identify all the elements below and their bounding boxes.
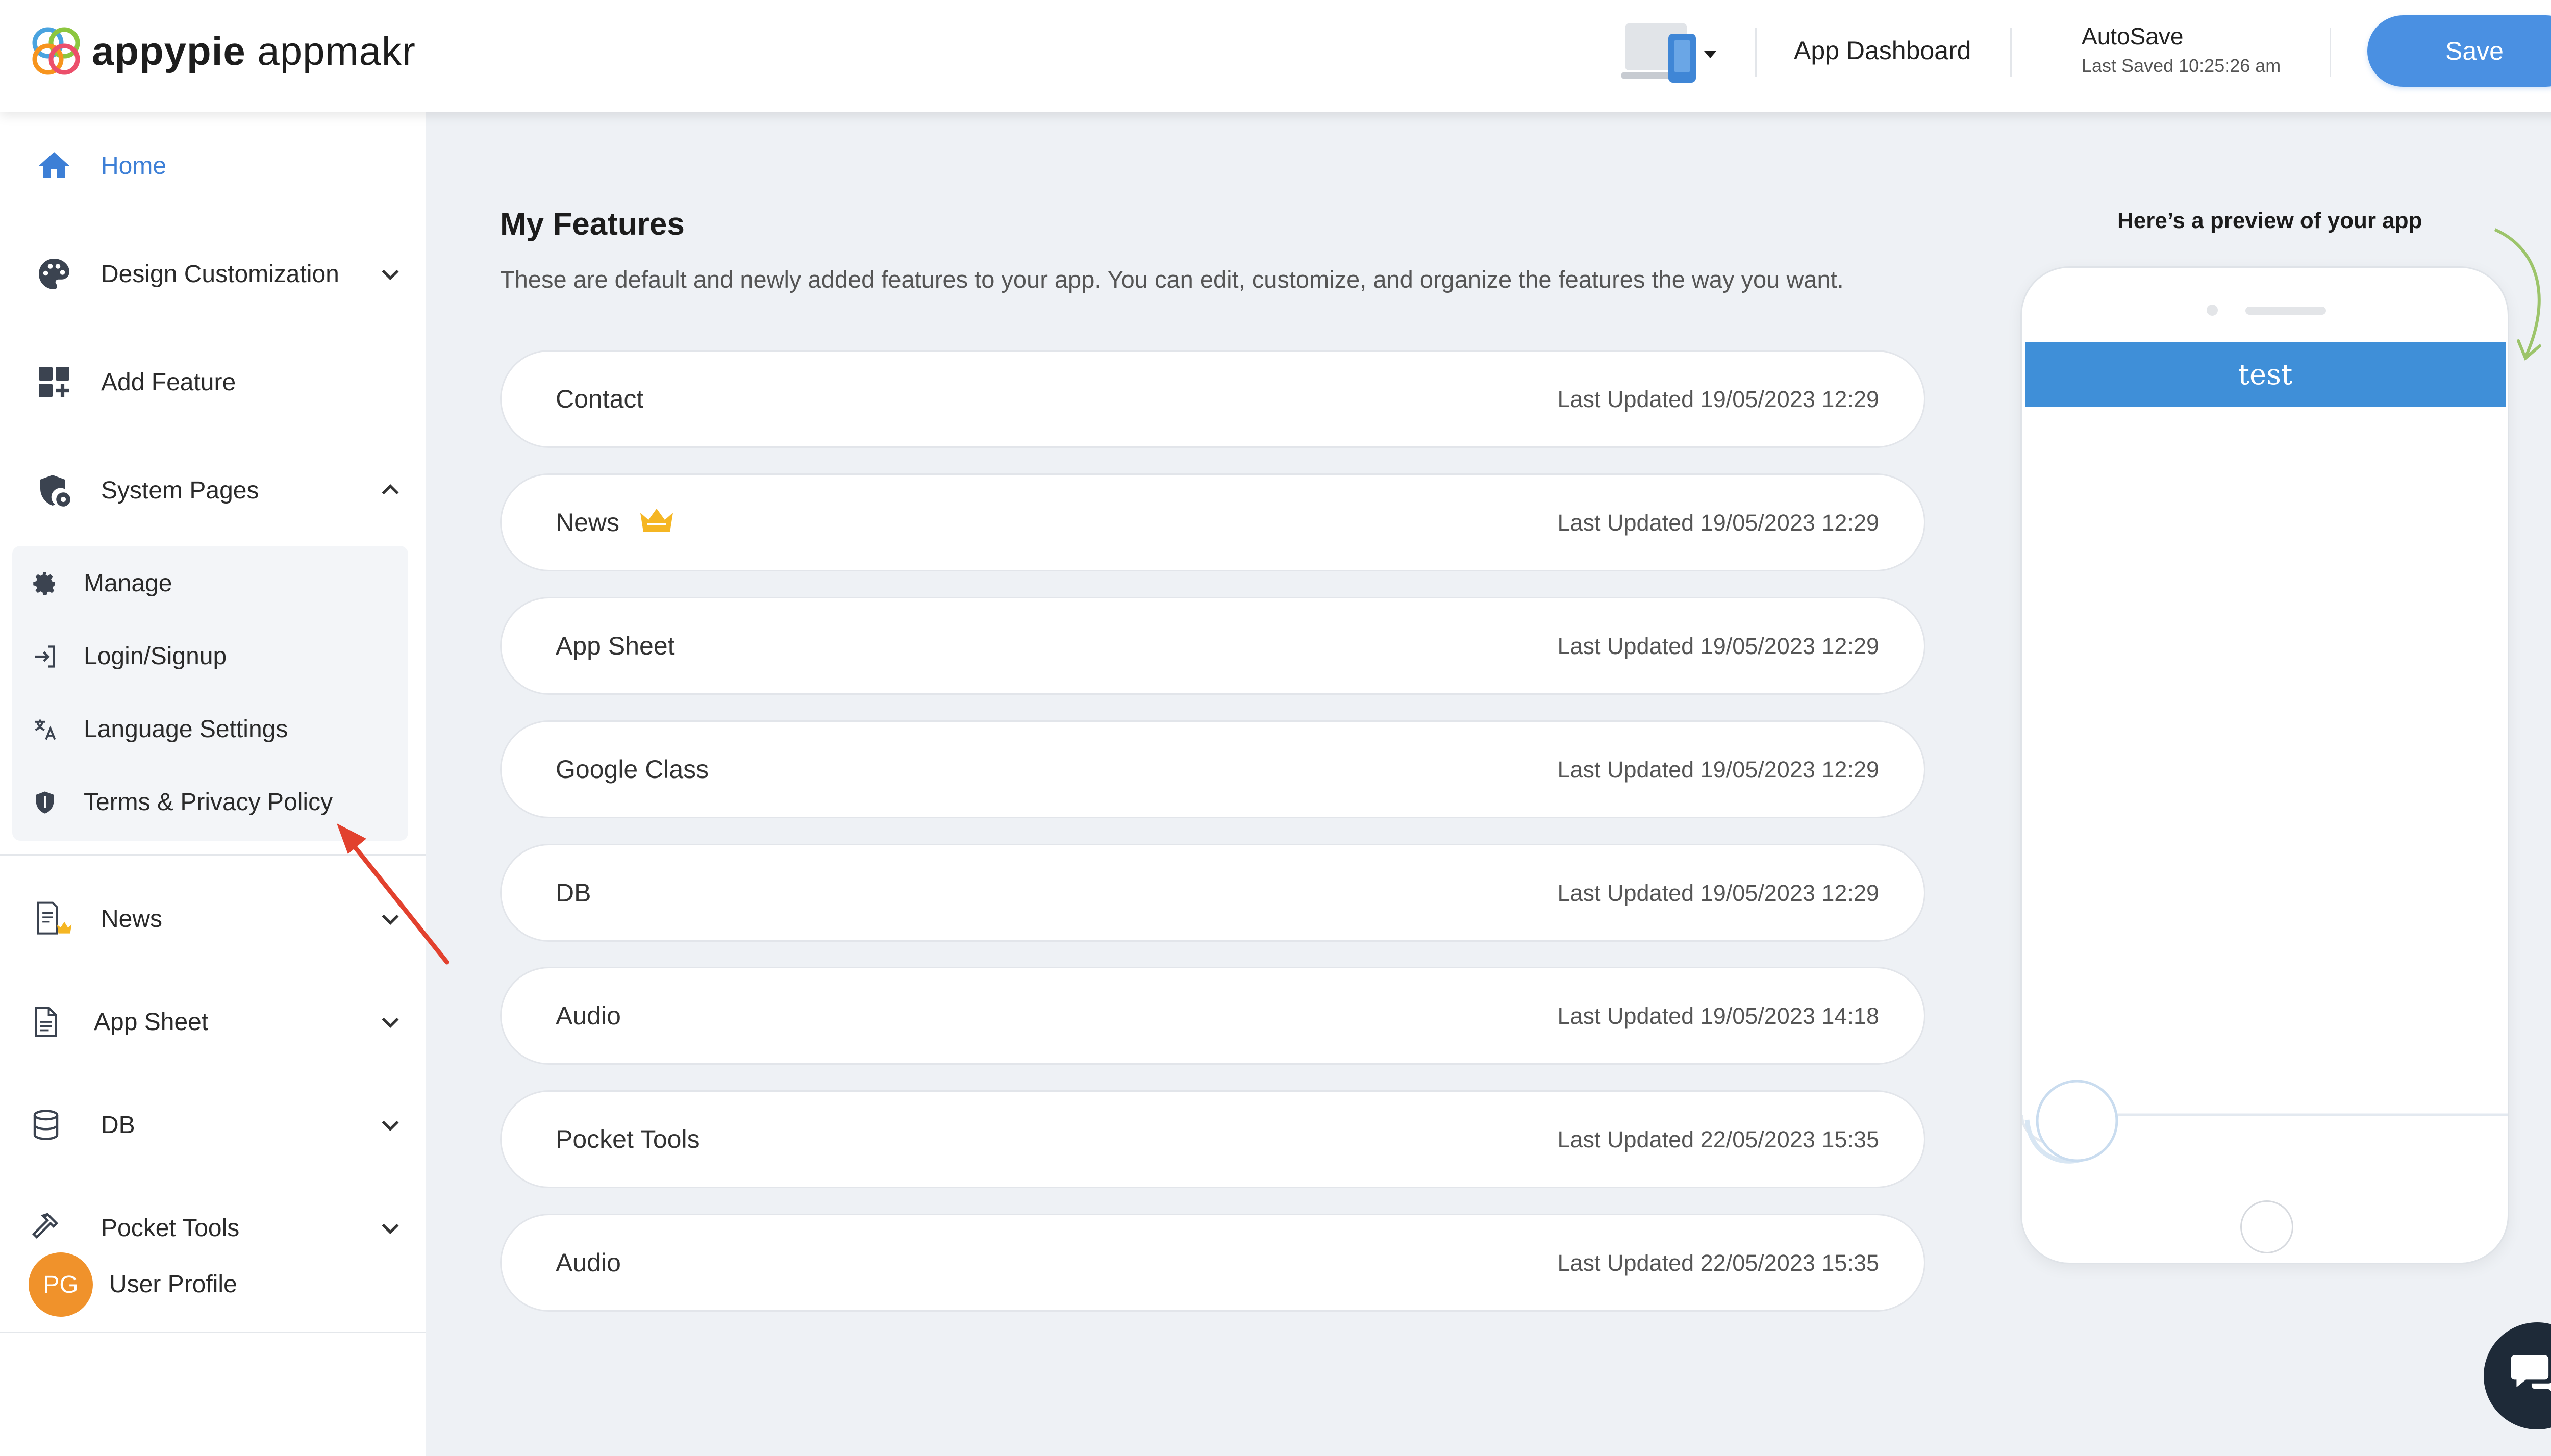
add-feature-icon (34, 362, 74, 403)
chevron-down-icon[interactable] (378, 1215, 403, 1241)
last-saved-text: Last Saved 10:25:26 am (2082, 55, 2281, 76)
feature-updated: Last Updated 19/05/2023 12:29 (1557, 880, 1879, 906)
sidebar-item-label: News (101, 905, 163, 933)
chat-icon (2511, 1355, 2551, 1391)
app-dashboard-link[interactable]: App Dashboard (1794, 36, 1971, 65)
feature-updated: Last Updated 19/05/2023 12:29 (1557, 386, 1879, 412)
chevron-down-icon[interactable] (378, 1112, 403, 1138)
chat-button[interactable] (2484, 1322, 2551, 1429)
brand-logo[interactable]: appypie appmakr (28, 22, 416, 80)
feature-name: Pocket Tools (556, 1125, 700, 1153)
database-icon (26, 1104, 66, 1145)
document-icon (26, 1001, 66, 1042)
sidebar-item-app-sheet[interactable]: App Sheet (0, 984, 426, 1060)
feature-updated: Last Updated 19/05/2023 14:18 (1557, 1003, 1879, 1029)
feature-row-google-class[interactable]: Google Class Last Updated 19/05/2023 12:… (500, 720, 1925, 818)
feature-name: App Sheet (556, 632, 675, 660)
tab-bar-curve (2022, 1080, 2508, 1164)
page-subtitle: These are default and newly added featur… (500, 266, 1844, 293)
login-icon (30, 641, 60, 672)
sidebar-item-design-customization[interactable]: Design Customization (0, 236, 426, 312)
sidebar-item-label: App Sheet (94, 1008, 209, 1036)
submenu-item-label: Language Settings (84, 716, 288, 743)
submenu-item-label: Manage (84, 570, 172, 597)
sidebar-item-system-pages[interactable]: System Pages (0, 452, 426, 529)
sidebar-item-add-feature[interactable]: Add Feature (0, 344, 426, 420)
system-pages-submenu: Manage Login/Signup Language Settings Te… (12, 546, 408, 841)
hammer-icon (26, 1208, 66, 1248)
preview-label: Here’s a preview of your app (2117, 208, 2422, 233)
sidebar-item-home[interactable]: Home (0, 128, 426, 204)
phone-camera (2207, 305, 2218, 316)
submenu-item-manage[interactable]: Manage (12, 547, 408, 620)
header-divider (2330, 28, 2331, 77)
feature-row-app-sheet[interactable]: App Sheet Last Updated 19/05/2023 12:29 (500, 597, 1925, 695)
home-icon (34, 145, 74, 186)
feature-updated: Last Updated 22/05/2023 15:35 (1557, 1126, 1879, 1152)
feature-row-db[interactable]: DB Last Updated 19/05/2023 12:29 (500, 844, 1925, 942)
autosave-title: AutoSave (2082, 23, 2184, 49)
crown-icon (640, 509, 673, 532)
feature-row-audio[interactable]: Audio Last Updated 19/05/2023 14:18 (500, 967, 1925, 1065)
header-divider (1755, 28, 1757, 77)
header-divider (2010, 28, 2012, 77)
news-premium-icon (34, 898, 74, 939)
chevron-up-icon[interactable] (378, 478, 403, 503)
appypie-logo-icon (32, 27, 80, 75)
phone-preview: test (2020, 266, 2509, 1264)
page-title: My Features (500, 207, 685, 242)
sidebar-divider (0, 1332, 426, 1333)
shield-gear-icon (34, 470, 74, 511)
chevron-down-icon[interactable] (378, 261, 403, 287)
sidebar-item-label: Add Feature (101, 368, 236, 396)
feature-row-news[interactable]: News Last Updated 19/05/2023 12:29 (500, 473, 1925, 571)
laptop-phone-icon (1621, 23, 1716, 83)
feature-name: DB (556, 878, 591, 907)
annotation-arrow-icon (337, 823, 449, 965)
top-header: appypie appmakr App Dashboard AutoSave L… (0, 0, 2551, 112)
sidebar-item-label: System Pages (101, 476, 259, 504)
device-switcher[interactable] (1621, 19, 1723, 85)
sidebar-item-label: DB (101, 1111, 135, 1139)
feature-name: News (556, 508, 620, 537)
feature-updated: Last Updated 19/05/2023 12:29 (1557, 510, 1879, 536)
user-profile-link[interactable]: User Profile (109, 1270, 237, 1298)
submenu-item-label: Terms & Privacy Policy (84, 789, 333, 816)
brand-name: appypie appmakr (92, 28, 416, 73)
app-title-bar: test (2025, 342, 2506, 407)
feature-updated: Last Updated 19/05/2023 12:29 (1557, 633, 1879, 659)
feature-updated: Last Updated 22/05/2023 15:35 (1557, 1250, 1879, 1276)
phone-home-button (2240, 1200, 2293, 1253)
shield-icon (30, 787, 60, 818)
submenu-item-language-settings[interactable]: Language Settings (12, 693, 408, 766)
feature-row-audio[interactable]: Audio Last Updated 22/05/2023 15:35 (500, 1214, 1925, 1312)
feature-name: Contact (556, 385, 644, 413)
gear-icon (30, 568, 60, 599)
feature-name: Audio (556, 1001, 621, 1030)
submenu-item-login-signup[interactable]: Login/Signup (12, 620, 408, 693)
translate-icon (30, 714, 60, 745)
submenu-item-label: Login/Signup (84, 643, 227, 670)
avatar[interactable]: PG (29, 1252, 93, 1317)
feature-name: Audio (556, 1248, 621, 1277)
sidebar-item-label: Home (101, 152, 167, 180)
phone-speaker (2245, 307, 2326, 315)
feature-row-pocket-tools[interactable]: Pocket Tools Last Updated 22/05/2023 15:… (500, 1090, 1925, 1188)
feature-row-contact[interactable]: Contact Last Updated 19/05/2023 12:29 (500, 350, 1925, 448)
palette-icon (34, 254, 74, 294)
chevron-down-icon[interactable] (378, 1009, 403, 1035)
feature-name: Google Class (556, 755, 709, 784)
feature-updated: Last Updated 19/05/2023 12:29 (1557, 757, 1879, 783)
sidebar-item-label: Pocket Tools (101, 1214, 240, 1242)
save-button[interactable]: Save (2367, 15, 2551, 87)
sidebar-item-label: Design Customization (101, 260, 339, 288)
sidebar-item-db[interactable]: DB (0, 1087, 426, 1163)
